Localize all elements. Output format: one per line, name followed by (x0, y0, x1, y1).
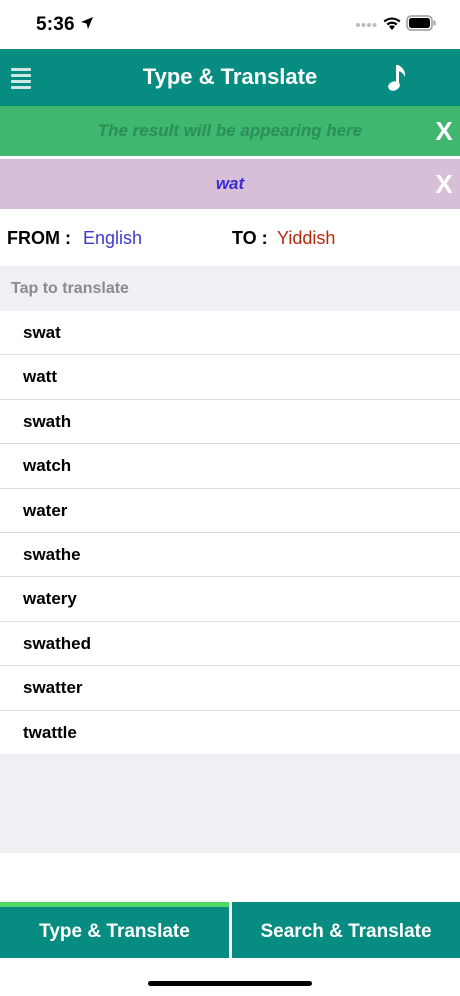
input-text: wat (215, 174, 245, 193)
list-item[interactable]: swat (0, 311, 460, 356)
list-item[interactable]: twattle (0, 710, 460, 755)
status-bar: 5:36 (0, 0, 460, 49)
list-header-text: Tap to translate (11, 280, 129, 297)
app-header: Type & Translate (0, 49, 460, 106)
list-item[interactable]: water (0, 488, 460, 533)
list-item-word: swatter (23, 678, 83, 698)
home-indicator[interactable] (148, 981, 312, 986)
list-item-word: swat (23, 323, 61, 342)
list-item[interactable]: watery (0, 577, 460, 622)
list-item[interactable]: swath (0, 399, 460, 445)
status-time: 5:36 (36, 14, 75, 35)
to-label: TO : (232, 228, 268, 248)
list-item-word: twattle (23, 722, 77, 742)
menu-icon[interactable] (11, 68, 31, 89)
music-note-icon[interactable] (386, 63, 408, 93)
list-section-header: Tap to translate (0, 266, 460, 311)
list-item-word: watery (23, 589, 77, 609)
list-item-word: water (23, 500, 68, 520)
wifi-icon (383, 17, 401, 30)
translation-result-bar[interactable]: The result will be appearing here X (0, 106, 460, 156)
tab-search-translate[interactable]: Search & Translate (232, 902, 460, 958)
list-item-word: swathed (23, 633, 92, 653)
active-tab-indicator (0, 902, 229, 907)
list-empty-area (0, 754, 460, 853)
translation-result-text: The result will be appearing here (97, 121, 363, 140)
list-item[interactable]: watch (0, 444, 460, 489)
from-label: FROM : (7, 228, 71, 248)
list-item-word: watch (23, 456, 72, 476)
list-item[interactable]: swathe (0, 532, 460, 578)
location-arrow-icon (81, 17, 93, 29)
clear-input-button[interactable]: X (424, 159, 460, 209)
list-item-word: swath (23, 411, 72, 431)
from-language-selector[interactable]: English (83, 228, 142, 249)
list-item[interactable]: swathed (0, 621, 460, 667)
battery-icon (406, 15, 436, 31)
tab-type-translate[interactable]: Type & Translate (0, 902, 229, 958)
bottom-tab-bar: Type & Translate Search & Translate (0, 902, 460, 958)
input-text-bar[interactable]: wat X (0, 159, 460, 209)
language-selector-row: FROM : English TO : Yiddish (0, 209, 460, 266)
suggestion-list: swat watt swath watch water swathe water… (0, 311, 460, 755)
list-item[interactable]: swatter (0, 666, 460, 711)
list-item-word: swathe (23, 544, 81, 564)
clear-result-button[interactable]: X (424, 106, 460, 156)
to-language-selector[interactable]: Yiddish (277, 228, 335, 249)
list-item-word: watt (23, 367, 57, 387)
list-item[interactable]: watt (0, 355, 460, 400)
cellular-signal-icon (356, 23, 377, 27)
